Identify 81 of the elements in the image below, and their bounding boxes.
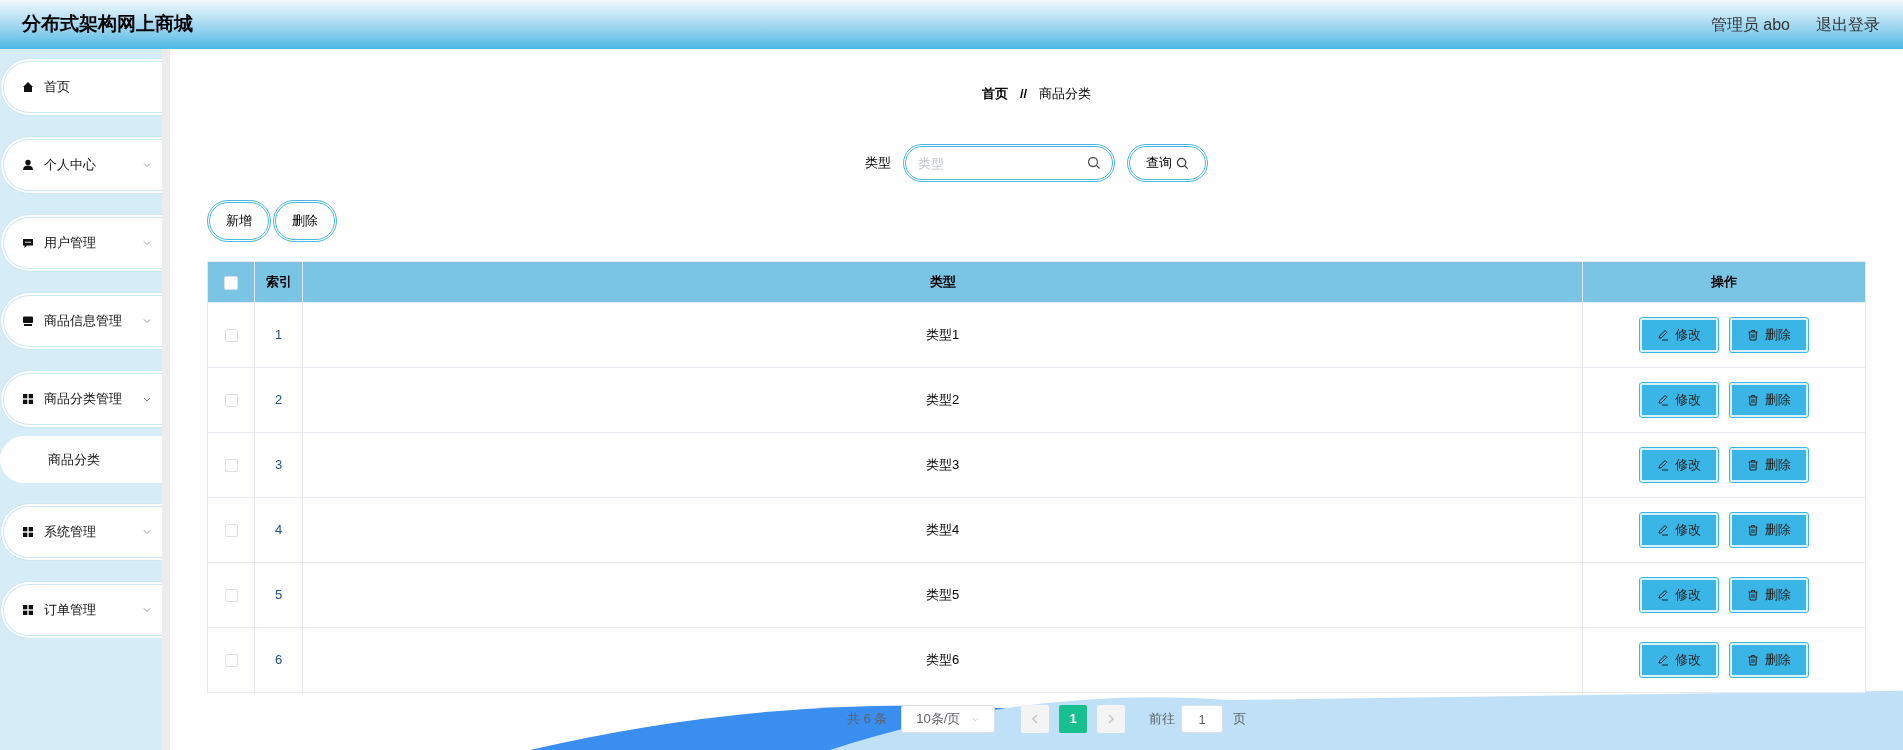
page-size-select[interactable]: 10条/页 xyxy=(901,705,996,733)
trash-icon xyxy=(1747,394,1759,406)
edit-button[interactable]: 修改 xyxy=(1640,513,1718,547)
table-cell: 类型6 xyxy=(925,652,960,668)
delete-button[interactable]: 删除 xyxy=(1730,578,1808,612)
table-cell: 4 xyxy=(274,522,283,538)
checkbox[interactable] xyxy=(224,524,238,538)
delete-button[interactable]: 删除 xyxy=(1730,513,1808,547)
checkbox[interactable] xyxy=(224,394,238,408)
breadcrumb-item[interactable]: 首页 xyxy=(981,84,1008,104)
column-header: 操作 xyxy=(1711,274,1737,290)
edit-button[interactable]: 修改 xyxy=(1640,643,1718,677)
delete-button[interactable]: 删除 xyxy=(1730,643,1808,677)
search-label: 类型 xyxy=(865,154,891,173)
pencil-icon xyxy=(1657,524,1669,536)
total-count: 共 6 条 xyxy=(846,710,888,729)
checkbox[interactable] xyxy=(224,654,238,668)
column-header: 类型 xyxy=(929,274,956,290)
delete-button[interactable]: 删除 xyxy=(1730,318,1808,352)
search-field[interactable]: 类型 xyxy=(903,144,1115,182)
table-cell: 类型5 xyxy=(925,587,960,603)
table-cell: 类型1 xyxy=(925,327,960,343)
trash-icon xyxy=(1747,589,1759,601)
checkbox[interactable] xyxy=(224,275,238,290)
search-icon xyxy=(1087,156,1101,170)
logout-link[interactable]: 退出登录 xyxy=(1816,12,1880,37)
edit-button[interactable]: 修改 xyxy=(1640,318,1718,352)
checkbox[interactable] xyxy=(224,329,238,343)
sidebar-item[interactable]: 订单管理 xyxy=(0,581,162,639)
table-cell: 类型2 xyxy=(925,392,960,408)
checkbox[interactable] xyxy=(224,459,238,473)
table-cell: 6 xyxy=(274,652,283,668)
delete-button[interactable]: 删除 xyxy=(273,200,337,242)
chevron-left-icon xyxy=(1031,714,1040,724)
grid-icon xyxy=(22,393,34,405)
edit-button[interactable]: 修改 xyxy=(1640,383,1718,417)
table-cell: 3 xyxy=(274,457,283,473)
pencil-icon xyxy=(1657,589,1669,601)
trash-icon xyxy=(1747,654,1759,666)
pencil-icon xyxy=(1657,329,1669,341)
trash-icon xyxy=(1747,524,1759,536)
sidebar-item[interactable]: 商品分类管理 xyxy=(0,370,162,428)
pencil-icon xyxy=(1657,394,1669,406)
breadcrumb-item: 商品分类 xyxy=(1039,85,1092,104)
table-cell: 1 xyxy=(274,327,283,343)
app-title: 分布式架构网上商城 xyxy=(22,12,193,37)
column-header: 索引 xyxy=(265,274,292,290)
table-cell: 类型4 xyxy=(925,522,960,538)
table-cell: 类型3 xyxy=(925,457,960,473)
home-icon xyxy=(22,81,34,93)
edit-button[interactable]: 修改 xyxy=(1640,448,1718,482)
edit-button[interactable]: 修改 xyxy=(1640,578,1718,612)
sidebar-subitem[interactable]: 商品分类 xyxy=(0,436,162,483)
grid-icon xyxy=(22,604,34,616)
delete-button[interactable]: 删除 xyxy=(1730,383,1808,417)
monitor-icon xyxy=(22,315,34,327)
chevron-right-icon xyxy=(1107,714,1116,724)
chat-icon xyxy=(22,237,34,249)
sidebar-item[interactable]: 首页 xyxy=(0,58,162,116)
search-icon xyxy=(1176,156,1189,170)
page-input[interactable]: 1 xyxy=(1181,705,1224,733)
goto-suffix: 页 xyxy=(1233,710,1247,729)
delete-button[interactable]: 删除 xyxy=(1730,448,1808,482)
table-cell: 2 xyxy=(274,392,283,408)
pencil-icon xyxy=(1657,459,1669,471)
checkbox[interactable] xyxy=(224,589,238,603)
grid-icon xyxy=(22,526,34,538)
sidebar-item[interactable]: 系统管理 xyxy=(0,503,162,561)
sidebar-item[interactable]: 用户管理 xyxy=(0,214,162,272)
trash-icon xyxy=(1747,459,1759,471)
pencil-icon xyxy=(1657,654,1669,666)
person-icon xyxy=(22,159,34,171)
table-cell: 5 xyxy=(274,587,283,603)
search-button[interactable]: 查询 xyxy=(1127,144,1208,182)
add-button[interactable]: 新增 xyxy=(207,200,271,242)
trash-icon xyxy=(1747,329,1759,341)
goto-label: 前往 xyxy=(1149,710,1176,729)
breadcrumb-separator: // xyxy=(1019,85,1028,104)
user-name: 管理员 abo xyxy=(1710,14,1790,35)
sidebar-item[interactable]: 个人中心 xyxy=(0,136,162,194)
sidebar-item[interactable]: 商品信息管理 xyxy=(0,292,162,350)
